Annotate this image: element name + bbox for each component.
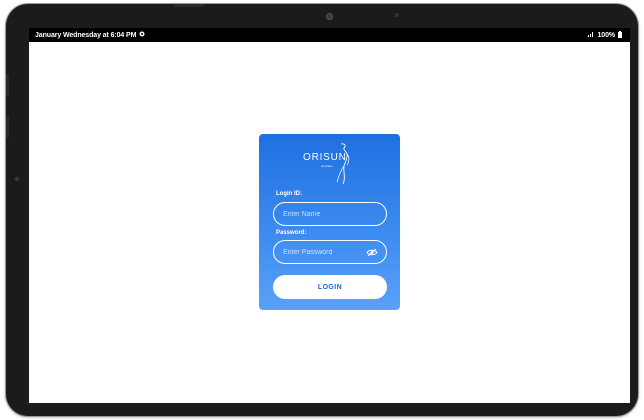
light-sensor — [395, 13, 399, 17]
status-datetime: January Wednesday at 6:04 PM — [35, 31, 137, 39]
logo-figure-icon — [336, 143, 350, 185]
status-bar: January Wednesday at 6:04 PM 100% — [29, 28, 630, 42]
status-right: 100% — [588, 30, 622, 40]
signal-icon — [588, 31, 594, 39]
battery-percentage: 100% — [597, 31, 615, 39]
screen: January Wednesday at 6:04 PM 100% ORISUN… — [29, 28, 630, 403]
login-id-input[interactable] — [273, 202, 387, 226]
orisun-logo: ORISUN de bravo — [303, 142, 355, 186]
login-card: ORISUN de bravo Login ID: Password: LOGI… — [259, 134, 400, 310]
side-sensor — [15, 177, 19, 181]
settings-dot-icon — [139, 31, 145, 39]
logo-subtext: de bravo — [321, 164, 333, 168]
login-button[interactable]: LOGIN — [273, 275, 387, 299]
password-label: Password: — [276, 230, 307, 236]
power-button — [174, 4, 204, 7]
login-id-label: Login ID: — [276, 191, 302, 197]
volume-down-button — [6, 116, 9, 138]
eye-off-icon[interactable] — [366, 248, 378, 257]
battery-icon — [618, 30, 622, 40]
front-camera — [326, 13, 333, 20]
status-left: January Wednesday at 6:04 PM — [35, 31, 145, 39]
volume-up-button — [6, 74, 9, 96]
tablet-frame: January Wednesday at 6:04 PM 100% ORISUN… — [6, 4, 638, 416]
